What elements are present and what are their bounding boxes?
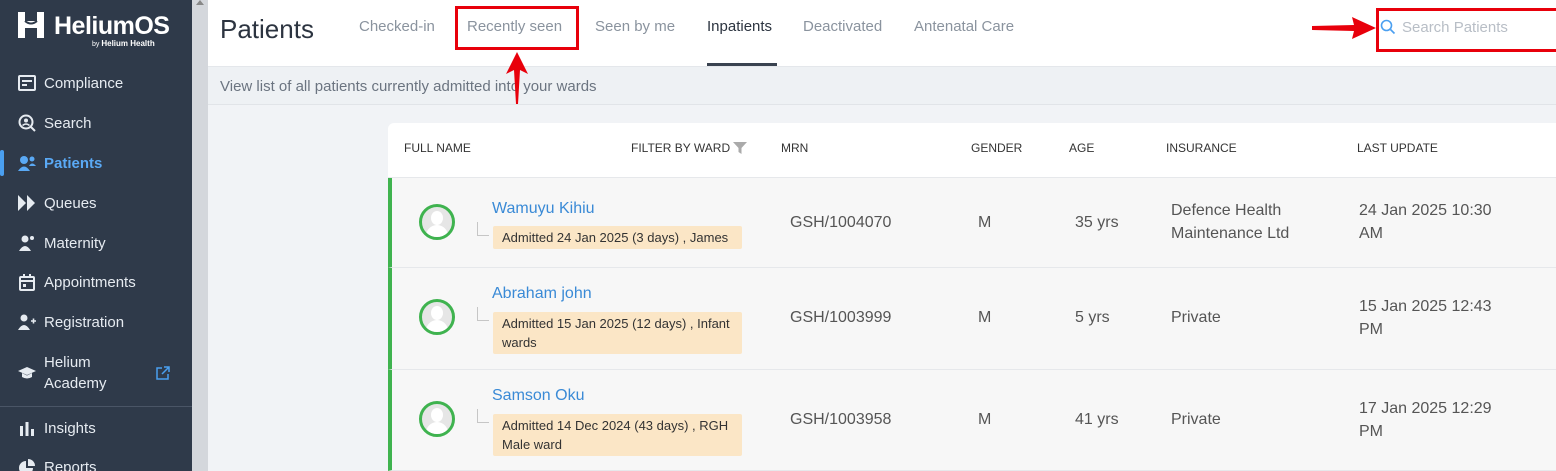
sidebar-item-reports[interactable]: Reports — [0, 448, 192, 471]
table-header: FULL NAME FILTER BY WARD MRN GENDER AGE … — [388, 123, 1556, 178]
patients-icon — [18, 154, 36, 172]
sidebar-item-search[interactable]: Search — [0, 104, 192, 142]
active-tab-indicator — [707, 63, 777, 66]
sidebar-item-label: Queues — [44, 194, 97, 212]
maternity-icon — [18, 234, 36, 252]
tree-connector — [477, 307, 489, 321]
column-header-mrn[interactable]: MRN — [781, 141, 808, 155]
table-row[interactable]: Abraham john Admitted 15 Jan 2025 (12 da… — [388, 268, 1556, 370]
gender-value: M — [978, 214, 992, 231]
scrollbar[interactable] — [192, 0, 208, 471]
compliance-icon — [18, 74, 36, 92]
filter-ward-label: FILTER BY WARD — [631, 141, 731, 155]
helium-logo-icon — [18, 12, 44, 38]
insurance-value: Private — [1171, 411, 1221, 428]
sidebar-item-helium-academy[interactable]: Helium Academy — [0, 348, 192, 398]
sidebar-item-registration[interactable]: Registration — [0, 303, 192, 341]
sidebar-item-queues[interactable]: Queues — [0, 184, 192, 222]
avatar — [419, 401, 455, 437]
tab-antenatal-care[interactable]: Antenatal Care — [914, 18, 1014, 35]
sidebar-item-label: Search — [44, 114, 92, 132]
column-header-age[interactable]: AGE — [1069, 141, 1094, 155]
graduation-cap-icon — [18, 364, 36, 382]
sidebar-item-label: Reports — [44, 458, 97, 471]
admission-badge: Admitted 24 Jan 2025 (3 days) , James — [493, 226, 742, 249]
sidebar-item-label: Appointments — [44, 273, 136, 291]
annotation-box-recently-seen — [455, 6, 579, 50]
gender-value: M — [978, 411, 992, 428]
brand-logo[interactable]: HeliumOS by Helium Health — [16, 12, 176, 52]
page-description: View list of all patients currently admi… — [220, 78, 597, 95]
avatar — [419, 299, 455, 335]
queues-icon — [18, 194, 36, 212]
tree-connector — [477, 409, 489, 423]
column-header-full-name[interactable]: FULL NAME — [404, 141, 471, 155]
column-header-filter-ward[interactable]: FILTER BY WARD — [631, 141, 748, 155]
mrn-value: GSH/1003999 — [790, 309, 892, 326]
tab-checked-in[interactable]: Checked-in — [359, 18, 435, 35]
tab-deactivated[interactable]: Deactivated — [803, 18, 882, 35]
add-user-icon — [18, 313, 36, 331]
age-value: 5 yrs — [1075, 309, 1110, 326]
page-description-bar: View list of all patients currently admi… — [208, 67, 1556, 105]
tab-seen-by-me[interactable]: Seen by me — [595, 18, 675, 35]
sidebar: HeliumOS by Helium Health Compliance Sea… — [0, 0, 192, 471]
mrn-value: GSH/1004070 — [790, 214, 892, 231]
bar-chart-icon — [18, 419, 36, 437]
patient-name-link[interactable]: Samson Oku — [492, 387, 584, 405]
column-header-insurance[interactable]: INSURANCE — [1166, 141, 1237, 155]
tab-inpatients[interactable]: Inpatients — [707, 18, 772, 35]
last-update-value: 15 Jan 2025 12:43 PM — [1359, 298, 1492, 338]
age-value: 41 yrs — [1075, 411, 1119, 428]
mrn-value: GSH/1003958 — [790, 411, 892, 428]
sidebar-item-label: Insights — [44, 419, 96, 437]
table-row[interactable]: Wamuyu Kihiu Admitted 24 Jan 2025 (3 day… — [388, 178, 1556, 268]
annotation-arrow-up — [506, 52, 528, 104]
brand-subtitle: by Helium Health — [92, 39, 155, 48]
brand-title: HeliumOS — [54, 12, 170, 40]
last-update-value: 24 Jan 2025 10:30 AM — [1359, 202, 1492, 242]
page-title: Patients — [220, 14, 314, 44]
annotation-box-search — [1376, 8, 1556, 52]
sidebar-item-label: Registration — [44, 313, 125, 331]
column-header-gender[interactable]: GENDER — [971, 141, 1022, 155]
table-row[interactable]: Samson Oku Admitted 14 Dec 2024 (43 days… — [388, 370, 1556, 471]
tree-connector — [477, 222, 489, 236]
avatar — [419, 204, 455, 240]
gender-value: M — [978, 309, 992, 326]
calendar-icon — [18, 273, 36, 291]
sidebar-item-label: Maternity — [44, 234, 106, 252]
sidebar-item-label: Compliance — [44, 74, 124, 92]
annotation-arrow-right — [1312, 17, 1376, 39]
admission-badge: Admitted 14 Dec 2024 (43 days) , RGH Mal… — [493, 414, 742, 456]
sidebar-item-appointments[interactable]: Appointments — [0, 263, 192, 301]
insurance-value: Private — [1171, 309, 1221, 326]
inpatients-table: FULL NAME FILTER BY WARD MRN GENDER AGE … — [388, 123, 1556, 471]
sidebar-divider — [0, 406, 192, 407]
pie-chart-icon — [18, 458, 36, 471]
sidebar-item-maternity[interactable]: Maternity — [0, 224, 192, 262]
filter-icon[interactable] — [733, 142, 748, 154]
age-value: 35 yrs — [1075, 214, 1119, 231]
sidebar-item-label: Patients — [44, 154, 103, 172]
column-header-last-update[interactable]: LAST UPDATE — [1357, 141, 1438, 155]
sidebar-item-compliance[interactable]: Compliance — [0, 64, 192, 102]
sidebar-item-patients[interactable]: Patients — [0, 144, 192, 182]
external-link-icon — [156, 366, 170, 380]
admission-badge: Admitted 15 Jan 2025 (12 days) , Infant … — [493, 312, 742, 354]
patient-name-link[interactable]: Abraham john — [492, 285, 592, 303]
patient-name-link[interactable]: Wamuyu Kihiu — [492, 200, 595, 218]
search-icon — [18, 114, 36, 132]
last-update-value: 17 Jan 2025 12:29 PM — [1359, 400, 1492, 440]
insurance-value: Defence Health Maintenance Ltd — [1171, 202, 1290, 242]
sidebar-item-label: Helium Academy — [44, 354, 107, 392]
sidebar-item-insights[interactable]: Insights — [0, 409, 192, 447]
